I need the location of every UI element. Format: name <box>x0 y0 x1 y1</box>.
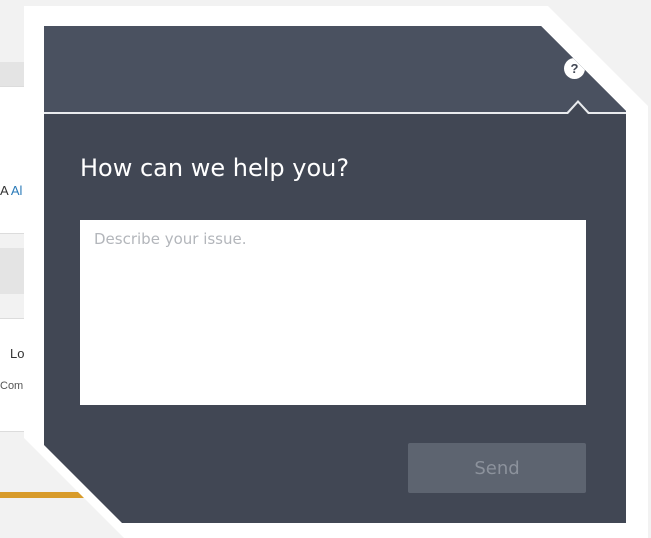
help-panel-header <box>44 26 626 112</box>
background-list-text: Lo <box>10 346 25 361</box>
help-panel-divider <box>44 112 626 114</box>
help-panel-title: How can we help you? <box>80 154 350 182</box>
help-panel-pointer-inner <box>568 103 588 114</box>
help-panel: ? How can we help you? Send <box>44 26 626 523</box>
background-link[interactable]: Al <box>11 183 23 198</box>
background-list-subtext: Com <box>0 380 24 392</box>
send-button[interactable]: Send <box>408 443 586 493</box>
issue-description-input[interactable] <box>80 220 586 405</box>
background-text-fragment: A Al <box>0 183 23 198</box>
